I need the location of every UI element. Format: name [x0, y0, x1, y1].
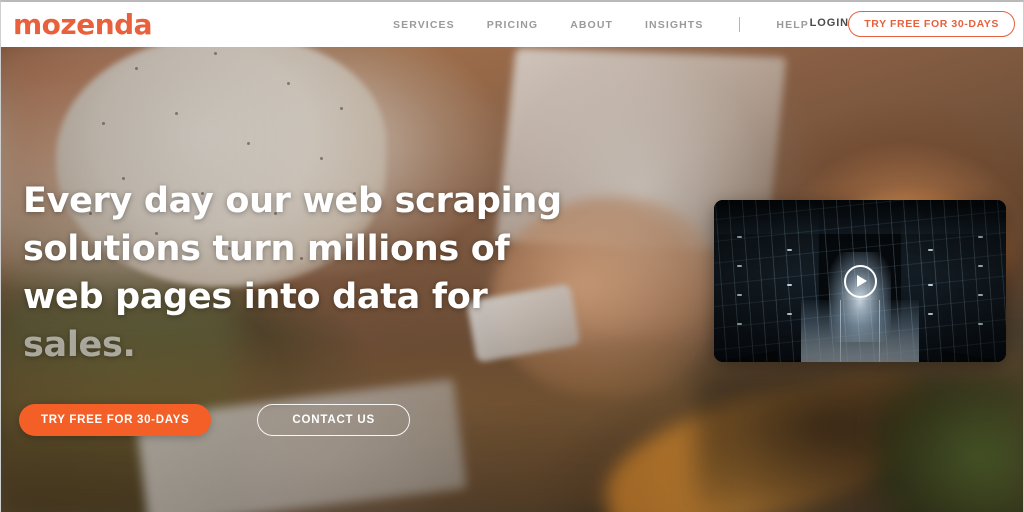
- hero-cta-row: TRY FREE FOR 30-DAYS CONTACT US: [19, 404, 410, 436]
- play-triangle: [856, 275, 867, 287]
- site-header: mozenda SERVICES PRICING ABOUT INSIGHTS …: [1, 2, 1023, 47]
- nav-divider: [739, 17, 741, 32]
- mozenda-logo[interactable]: mozenda: [13, 11, 153, 39]
- hero-video-thumbnail[interactable]: [714, 200, 1006, 362]
- hero-headline-rotating-word: sales.: [23, 325, 136, 365]
- hero-section: Every day our web scraping solutions tur…: [1, 47, 1023, 512]
- header-trial-button[interactable]: TRY FREE FOR 30-DAYS: [848, 11, 1015, 37]
- hero-contact-button[interactable]: CONTACT US: [257, 404, 410, 436]
- play-icon[interactable]: [843, 264, 877, 298]
- login-link[interactable]: LOGIN: [810, 17, 849, 29]
- nav-item-pricing[interactable]: PRICING: [471, 19, 554, 31]
- hero-trial-button[interactable]: TRY FREE FOR 30-DAYS: [19, 404, 212, 436]
- hero-headline-static: Every day our web scraping solutions tur…: [23, 181, 562, 317]
- hero-headline: Every day our web scraping solutions tur…: [23, 177, 583, 369]
- nav-item-services[interactable]: SERVICES: [393, 19, 471, 31]
- main-navigation: SERVICES PRICING ABOUT INSIGHTS HELP: [393, 2, 825, 47]
- nav-item-insights[interactable]: INSIGHTS: [629, 19, 719, 31]
- landing-page: mozenda SERVICES PRICING ABOUT INSIGHTS …: [0, 0, 1024, 512]
- nav-item-about[interactable]: ABOUT: [554, 19, 629, 31]
